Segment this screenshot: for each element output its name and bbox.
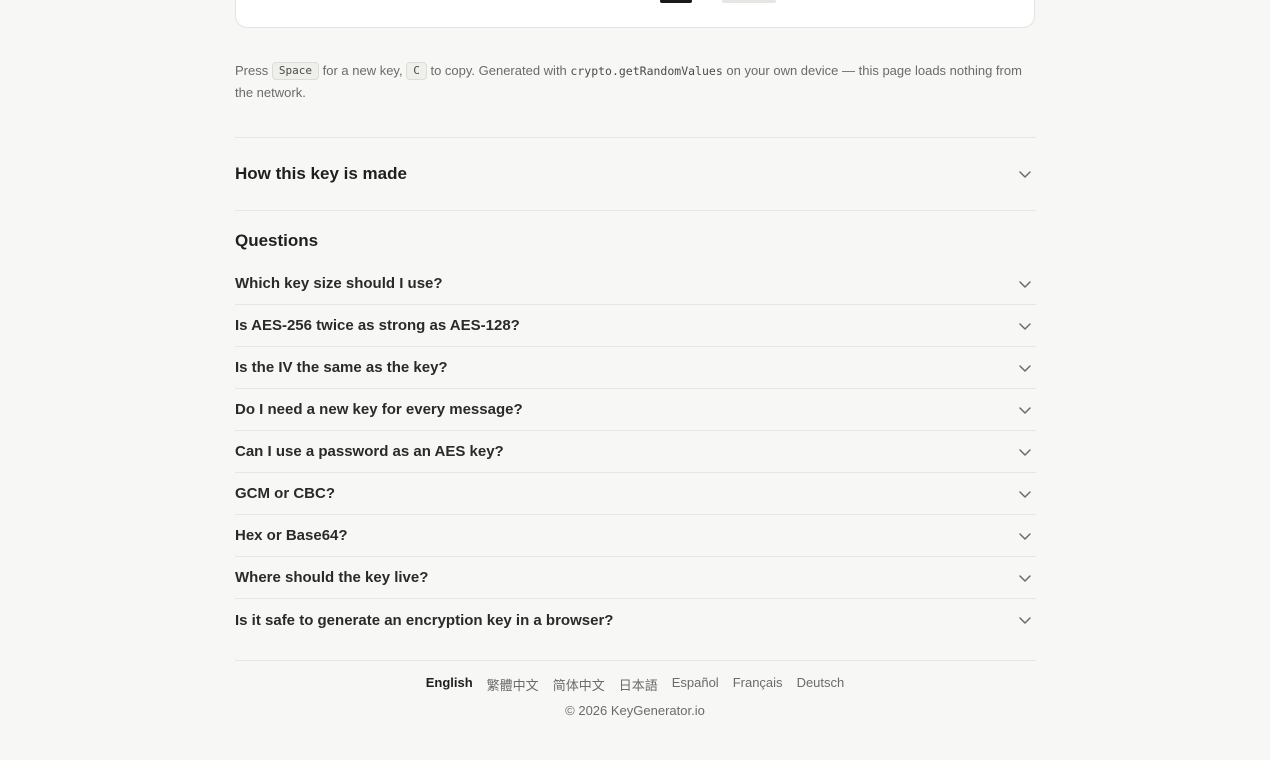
how-key-made-title: How this key is made	[235, 164, 407, 183]
faq-question: Can I use a password as an AES key?	[235, 443, 504, 460]
chevron-down-icon	[1019, 490, 1031, 498]
how-key-made-toggle[interactable]: How this key is made	[235, 138, 1036, 210]
hint-text: for a new key,	[322, 63, 403, 78]
chevron-down-icon	[1019, 280, 1031, 288]
faq-item[interactable]: GCM or CBC?	[235, 473, 1036, 515]
api-name: crypto.getRandomValues	[570, 64, 723, 78]
space-key-badge: Space	[271, 62, 319, 80]
chevron-down-icon	[1019, 448, 1031, 456]
language-link[interactable]: 繁體中文	[487, 675, 539, 694]
secondary-button-partial[interactable]	[722, 0, 776, 3]
faq-item[interactable]: Is AES-256 twice as strong as AES-128?	[235, 305, 1036, 347]
divider	[235, 210, 1036, 211]
key-output-card	[235, 0, 1035, 28]
copyright: © 2026 KeyGenerator.io	[565, 703, 705, 718]
faq-question: Where should the key live?	[235, 569, 429, 586]
footer-divider	[235, 660, 1036, 661]
faq-question: Hex or Base64?	[235, 527, 348, 544]
faq-item[interactable]: Is it safe to generate an encryption key…	[235, 599, 1036, 641]
keyboard-hint: Press Space for a new key, C to copy. Ge…	[235, 60, 1035, 104]
faq-item[interactable]: Do I need a new key for every message?	[235, 389, 1036, 431]
hint-text: to copy. Generated with	[430, 63, 567, 78]
chevron-down-icon	[1019, 364, 1031, 372]
faq-item[interactable]: Where should the key live?	[235, 557, 1036, 599]
chevron-down-icon	[1019, 406, 1031, 414]
faq-question: Is it safe to generate an encryption key…	[235, 611, 614, 629]
faq-list: Which key size should I use? Is AES-256 t…	[235, 263, 1036, 641]
chevron-down-icon	[1019, 532, 1031, 540]
faq-item[interactable]: Which key size should I use?	[235, 263, 1036, 305]
chevron-down-icon	[1019, 322, 1031, 330]
chevron-down-icon	[1019, 617, 1031, 624]
language-link[interactable]: English	[426, 675, 473, 694]
faq-question: Do I need a new key for every message?	[235, 401, 523, 418]
language-link[interactable]: Español	[672, 675, 719, 694]
faq-item[interactable]: Hex or Base64?	[235, 515, 1036, 557]
language-link[interactable]: 日本語	[619, 675, 658, 694]
faq-question: Is the IV the same as the key?	[235, 359, 448, 376]
faq-item[interactable]: Is the IV the same as the key?	[235, 347, 1036, 389]
questions-heading: Questions	[235, 231, 319, 250]
language-link[interactable]: 简体中文	[553, 675, 605, 694]
action-button-partial[interactable]	[660, 0, 692, 3]
language-link[interactable]: Français	[733, 675, 783, 694]
faq-question: GCM or CBC?	[235, 485, 335, 502]
c-key-badge: C	[406, 62, 427, 80]
language-switcher: English 繁體中文 简体中文 日本語 Español Français Deutsch	[0, 675, 1270, 694]
chevron-down-icon	[1019, 574, 1031, 582]
faq-question: Is AES-256 twice as strong as AES-128?	[235, 317, 520, 334]
hint-text: Press	[235, 63, 269, 78]
faq-question: Which key size should I use?	[235, 275, 443, 292]
language-link[interactable]: Deutsch	[797, 675, 845, 694]
faq-item[interactable]: Can I use a password as an AES key?	[235, 431, 1036, 473]
chevron-down-icon	[1019, 171, 1031, 178]
